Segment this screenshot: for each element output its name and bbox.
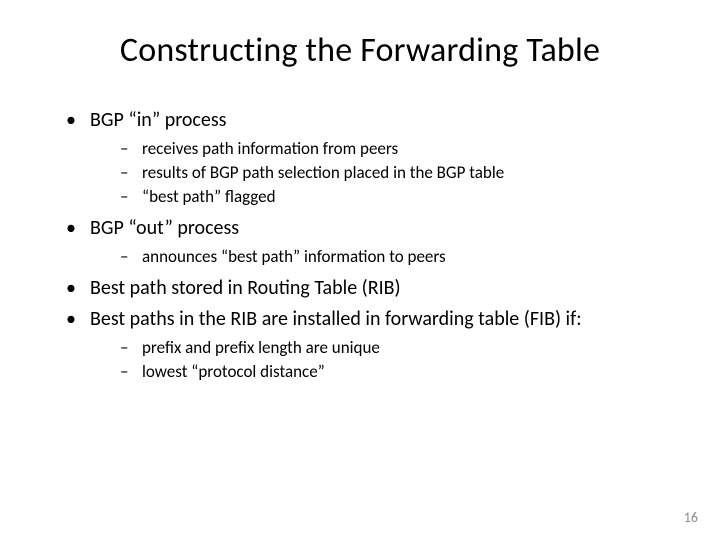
sub-bullet-item: prefix and prefix length are unique xyxy=(120,337,680,360)
sub-bullet-item: results of BGP path selection placed in … xyxy=(120,162,680,185)
bullet-item: BGP “out” process announces “best path” … xyxy=(66,215,680,269)
bullet-text: BGP “in” process xyxy=(90,108,226,132)
sub-bullet-item: “best path” flagged xyxy=(120,186,680,209)
sub-bullet-item: receives path information from peers xyxy=(120,138,680,161)
page-number: 16 xyxy=(684,509,698,526)
bullet-text: Best paths in the RIB are installed in f… xyxy=(90,307,582,331)
bullet-text: BGP “out” process xyxy=(90,216,239,240)
bullet-list: BGP “in” process receives path informati… xyxy=(40,107,680,384)
sub-bullet-list: prefix and prefix length are unique lowe… xyxy=(90,337,680,384)
sub-bullet-list: announces “best path” information to pee… xyxy=(90,246,680,269)
bullet-item: Best path stored in Routing Table (RIB) xyxy=(66,275,680,302)
sub-bullet-list: receives path information from peers res… xyxy=(90,138,680,209)
bullet-item: Best paths in the RIB are installed in f… xyxy=(66,306,680,384)
bullet-item: BGP “in” process receives path informati… xyxy=(66,107,680,209)
slide-title: Constructing the Forwarding Table xyxy=(40,30,680,71)
sub-bullet-item: announces “best path” information to pee… xyxy=(120,246,680,269)
sub-bullet-item: lowest “protocol distance” xyxy=(120,361,680,384)
bullet-text: Best path stored in Routing Table (RIB) xyxy=(90,276,401,300)
